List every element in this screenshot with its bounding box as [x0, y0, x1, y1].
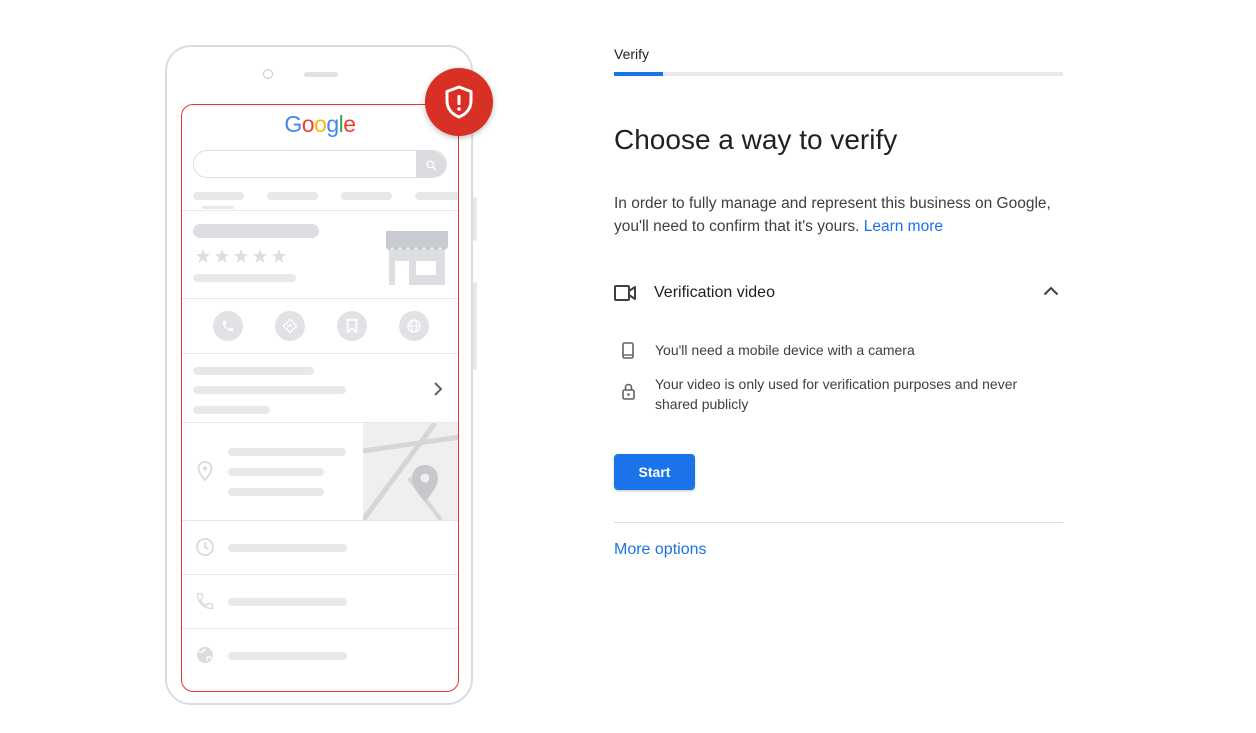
page-title: Choose a way to verify [614, 124, 898, 155]
divider [182, 298, 458, 299]
requirement-item: Your video is only used for verification… [614, 374, 1063, 414]
google-logo: Google [182, 111, 458, 138]
more-options-link[interactable]: More options [614, 541, 707, 559]
search-icon [416, 151, 446, 177]
website-globe-icon [399, 311, 429, 341]
divider [614, 522, 1063, 523]
phone-call-icon [196, 592, 214, 610]
placeholder-bar [267, 192, 318, 200]
start-button[interactable]: Start [614, 454, 695, 490]
divider [182, 210, 458, 211]
learn-more-link[interactable]: Learn more [864, 218, 943, 235]
chevron-up-icon[interactable] [1043, 286, 1059, 296]
requirement-item: You'll need a mobile device with a camer… [614, 340, 1063, 360]
description-text: In order to fully manage and represent t… [614, 195, 1051, 235]
logo-letter: o [301, 111, 315, 137]
requirement-text: Your video is only used for verification… [655, 376, 1018, 412]
divider [182, 628, 458, 629]
divider [182, 574, 458, 575]
phone-icon [622, 342, 634, 359]
divider [182, 353, 458, 354]
search-bar-placeholder [193, 150, 447, 178]
placeholder-bar [193, 192, 244, 200]
placeholder-bar [415, 192, 458, 200]
placeholder-bar [228, 448, 346, 456]
placeholder-bar [202, 206, 234, 209]
phone-side-button [473, 282, 477, 370]
placeholder-bar [228, 544, 347, 552]
globe-icon [197, 647, 213, 663]
phone-illustration: Google [165, 45, 477, 705]
logo-letter: e [343, 111, 356, 137]
placeholder-bar [193, 274, 296, 282]
logo-letter: g [326, 111, 339, 137]
map-thumbnail [363, 423, 458, 520]
placeholder-bar [228, 598, 347, 606]
lock-icon [622, 383, 635, 400]
placeholder-bar [228, 488, 324, 496]
directions-icon [275, 311, 305, 341]
tab-verify: Verify [614, 46, 650, 62]
placeholder-bar [341, 192, 392, 200]
placeholder-bar [193, 406, 270, 414]
rating-stars-icon [196, 249, 286, 263]
divider [182, 520, 458, 521]
logo-letter: o [314, 111, 327, 137]
shield-alert-icon [425, 68, 493, 136]
placeholder-bar [228, 652, 347, 660]
verification-video-header[interactable]: Verification video [614, 280, 1063, 308]
progress-bar-fill [614, 72, 664, 76]
requirement-text: You'll need a mobile device with a camer… [655, 342, 915, 358]
video-camera-icon [614, 285, 636, 301]
clock-icon [196, 538, 214, 556]
description: In order to fully manage and represent t… [614, 192, 1064, 238]
progress-bar [614, 72, 1063, 76]
phone-side-button [473, 197, 477, 241]
placeholder-bar [193, 367, 314, 375]
storefront-icon [386, 231, 448, 285]
chevron-right-icon [434, 382, 443, 396]
placeholder-bar [193, 224, 319, 238]
verification-video-title: Verification video [654, 284, 775, 301]
phone-camera [263, 69, 273, 79]
placeholder-bar [228, 468, 324, 476]
location-pin-icon [197, 461, 213, 481]
bookmark-icon [337, 311, 367, 341]
placeholder-bar [193, 386, 346, 394]
call-icon [213, 311, 243, 341]
phone-speaker [304, 72, 338, 77]
phone-screen: Google [181, 104, 459, 692]
logo-letter: G [284, 111, 302, 137]
